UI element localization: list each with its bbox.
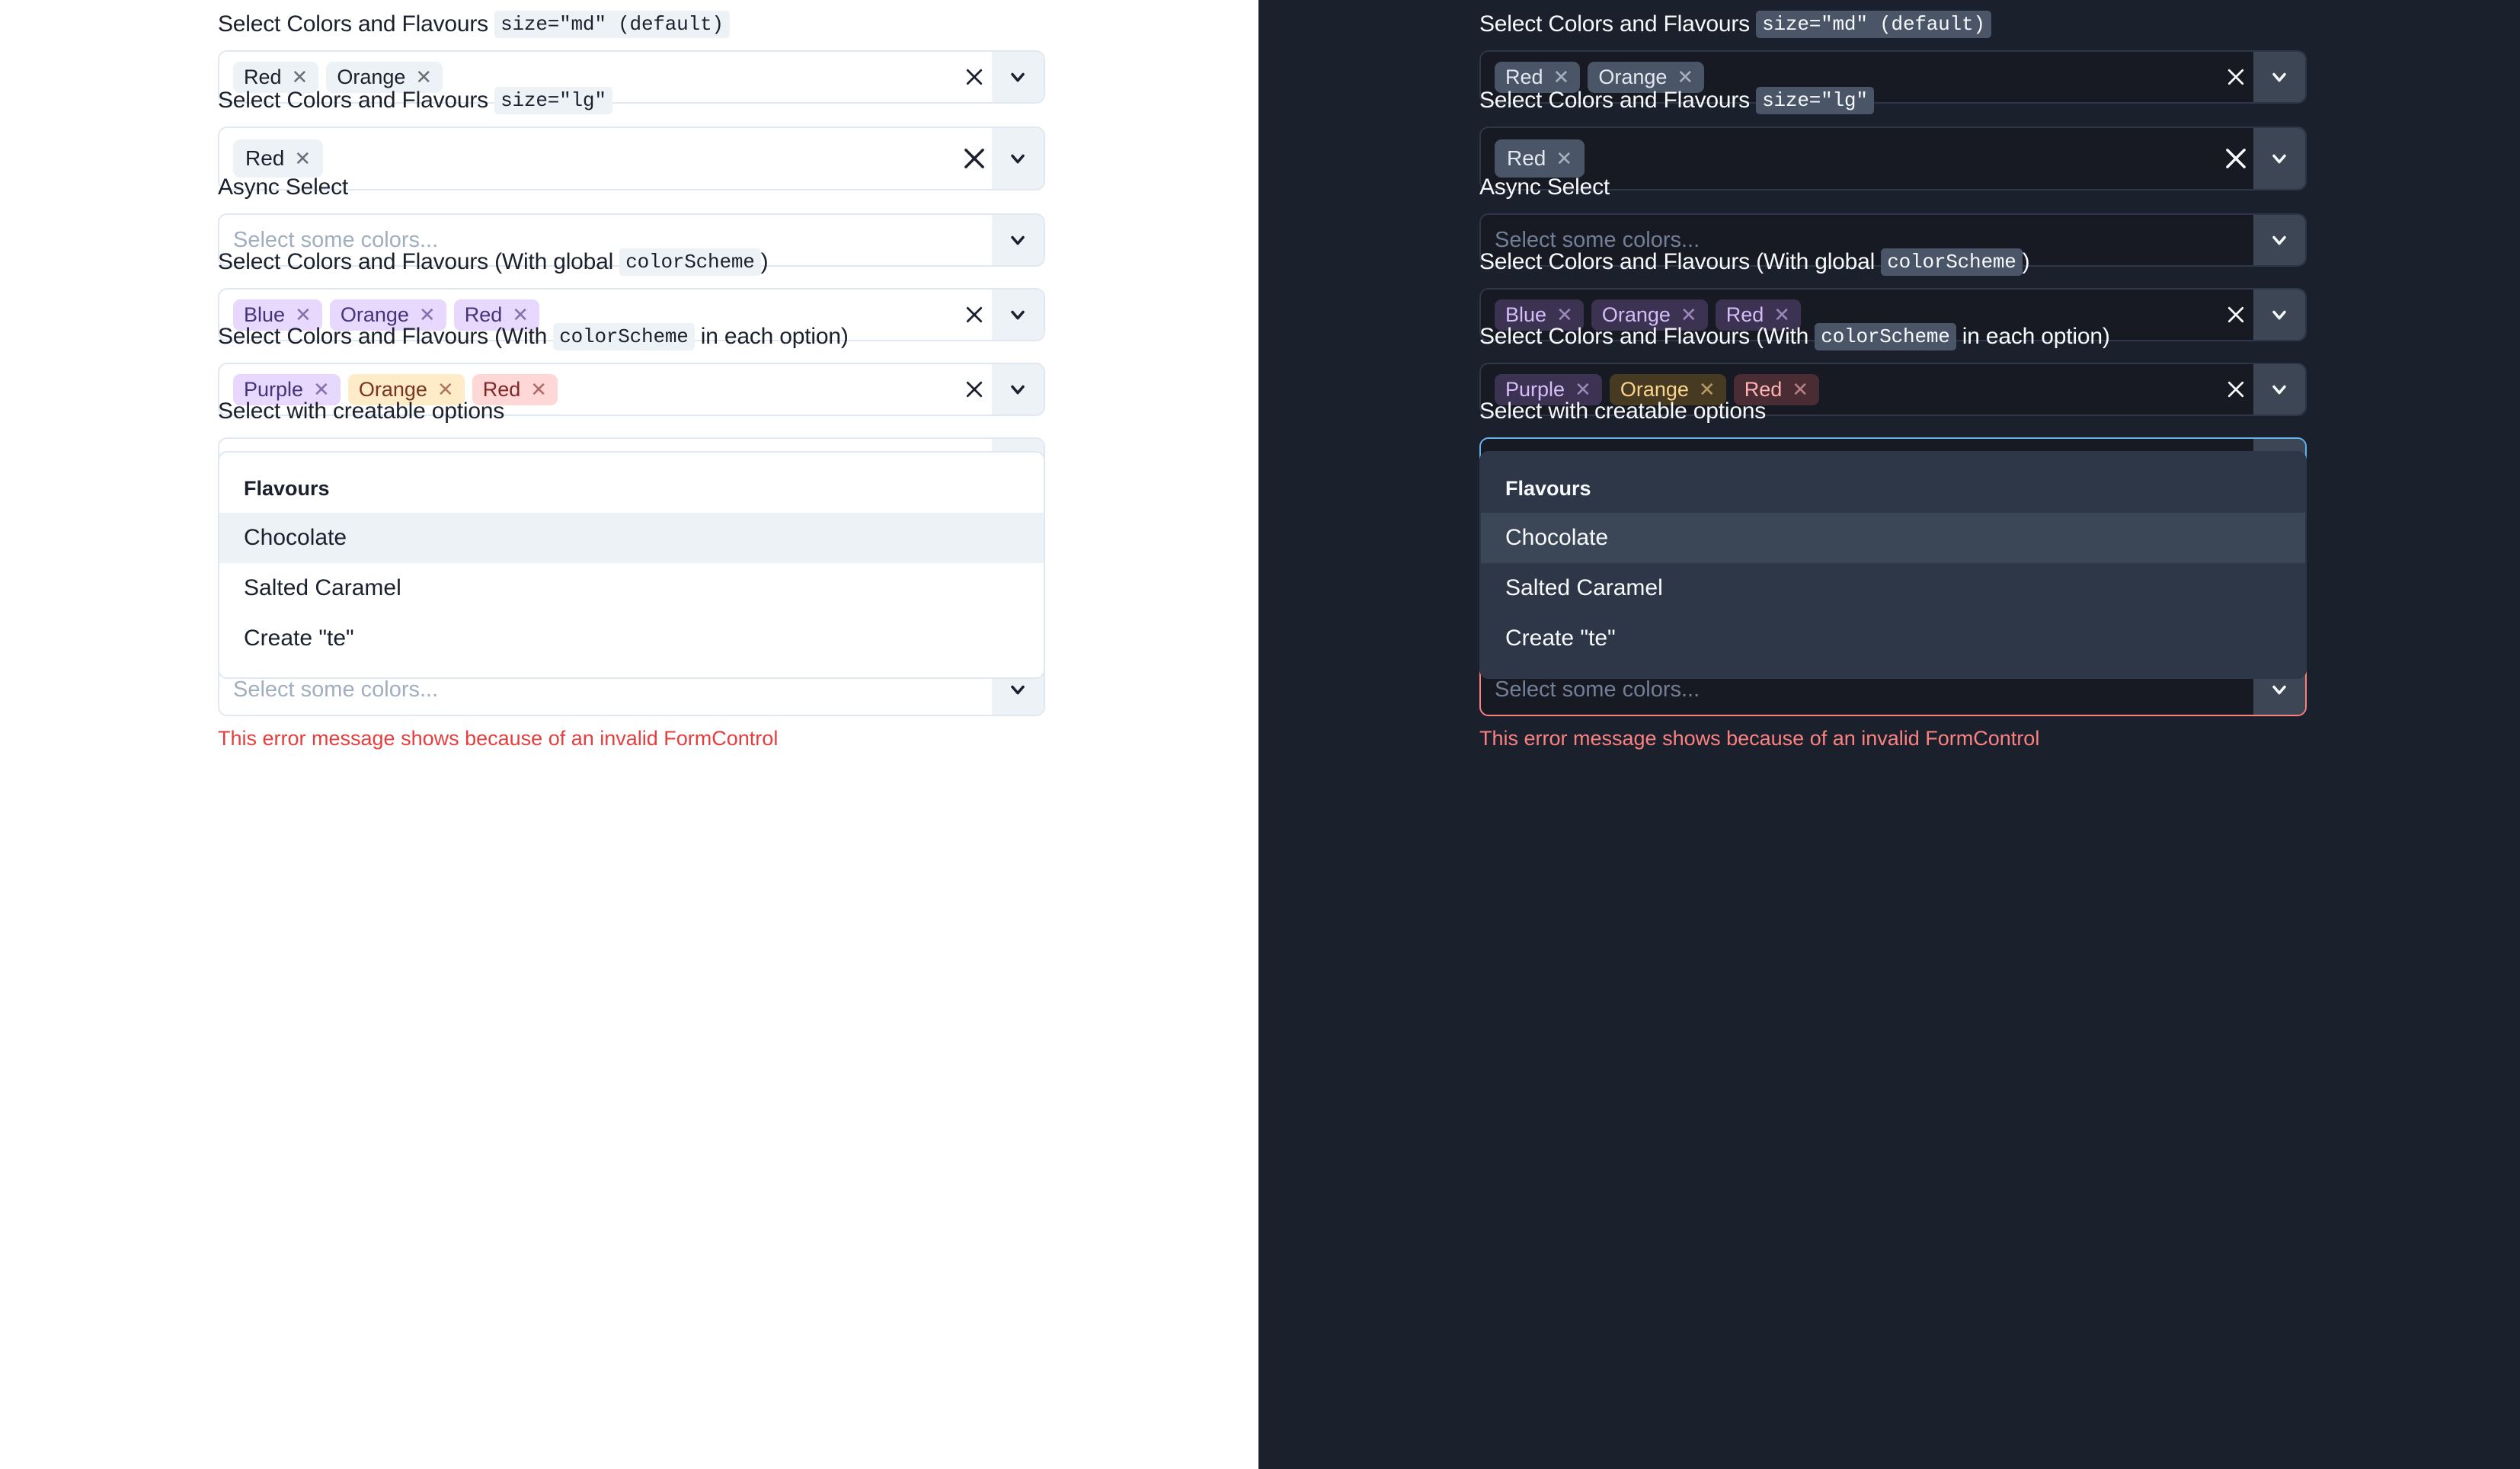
tag-remove-x-icon[interactable]: ✕ — [419, 305, 436, 325]
form-error-message: This error message shows because of an i… — [1479, 727, 2040, 750]
label-async-select: Async Select — [1479, 174, 1610, 200]
tag-label: Orange — [337, 65, 406, 88]
label-select-creatable: Select with creatable options — [218, 398, 505, 424]
dropdown-option-create-te[interactable]: Create "te" — [1481, 613, 2305, 664]
tag-label: Red — [1725, 302, 1764, 326]
label-select-global-colorscheme: Select Colors and Flavours (With global … — [218, 248, 769, 276]
tag-label: Blue — [1505, 302, 1547, 326]
label-select-lg: Select Colors and Flavours size="lg" — [1479, 87, 2307, 114]
tag-red[interactable]: Red ✕ — [233, 139, 324, 178]
tag-label: Red — [245, 146, 285, 170]
dark-theme-panel: Select Colors and Flavours size="md" (de… — [1258, 0, 2520, 1469]
tag-remove-x-icon[interactable]: ✕ — [512, 305, 529, 325]
label-code-size-lg: size="lg" — [1756, 87, 1874, 114]
tag-remove-x-icon[interactable]: ✕ — [415, 67, 432, 87]
label-code-colorscheme: colorScheme — [553, 323, 695, 350]
tag-remove-x-icon[interactable]: ✕ — [1792, 379, 1808, 399]
light-theme-panel: Select Colors and Flavours size="md" (de… — [0, 0, 1258, 1469]
tag-label: Red — [1744, 377, 1783, 401]
tag-remove-x-icon[interactable]: ✕ — [1699, 379, 1716, 399]
tag-remove-x-icon[interactable]: ✕ — [1677, 67, 1693, 87]
label-async-select: Async Select — [218, 174, 349, 200]
label-code-colorscheme: colorScheme — [1881, 248, 2023, 276]
tag-remove-x-icon[interactable]: ✕ — [437, 379, 454, 399]
tag-label: Red — [244, 65, 282, 88]
tag-remove-x-icon[interactable]: ✕ — [1556, 305, 1573, 325]
label-select-lg: Select Colors and Flavours size="lg" — [218, 87, 1045, 114]
label-select-creatable: Select with creatable options — [1479, 398, 1767, 424]
tag-label: Red — [482, 377, 521, 401]
dropdown-option-chocolate[interactable]: Chocolate — [1481, 513, 2305, 563]
label-code-colorscheme: colorScheme — [1815, 323, 1956, 350]
tag-label: Purple — [244, 377, 304, 401]
creatable-dropdown-menu: Flavours Chocolate Salted Caramel Create… — [1479, 451, 2307, 679]
tag-remove-x-icon[interactable]: ✕ — [530, 379, 547, 399]
label-code-size-md: size="md" (default) — [494, 11, 730, 38]
label-select-global-colorscheme: Select Colors and Flavours (With global … — [1479, 248, 2030, 276]
label-select-option-colorscheme: Select Colors and Flavours (With colorSc… — [218, 323, 849, 350]
tag-remove-x-icon[interactable]: ✕ — [294, 149, 311, 168]
tag-remove-x-icon[interactable]: ✕ — [1773, 305, 1790, 325]
label-code-colorscheme: colorScheme — [619, 248, 761, 276]
select-invalid-placeholder: Select some colors... — [233, 677, 439, 702]
dropdown-option-salted-caramel[interactable]: Salted Caramel — [219, 563, 1044, 613]
tag-remove-x-icon[interactable]: ✕ — [313, 379, 330, 399]
tag-label: Red — [1505, 65, 1543, 88]
tag-remove-x-icon[interactable]: ✕ — [1553, 67, 1570, 87]
dropdown-group-label: Flavours — [1505, 477, 1591, 500]
tag-label: Orange — [1601, 302, 1671, 326]
label-code-size-md: size="md" (default) — [1756, 11, 1991, 38]
dropdown-group-label: Flavours — [244, 477, 330, 500]
dropdown-option-salted-caramel[interactable]: Salted Caramel — [1481, 563, 2305, 613]
tag-red[interactable]: Red ✕ — [1495, 139, 1585, 178]
tag-label: Purple — [1505, 377, 1565, 401]
label-code-size-lg: size="lg" — [494, 87, 612, 114]
dropdown-option-chocolate[interactable]: Chocolate — [219, 513, 1044, 563]
tag-label: Orange — [358, 377, 427, 401]
label-select-md: Select Colors and Flavours size="md" (de… — [218, 11, 1045, 38]
tag-label: Orange — [1620, 377, 1689, 401]
tag-label: Red — [464, 302, 503, 326]
form-error-message: This error message shows because of an i… — [218, 727, 779, 750]
tag-label: Blue — [244, 302, 286, 326]
select-invalid-placeholder: Select some colors... — [1495, 677, 1700, 702]
tag-remove-x-icon[interactable]: ✕ — [1556, 149, 1572, 168]
tag-remove-x-icon[interactable]: ✕ — [292, 67, 309, 87]
creatable-dropdown-menu: Flavours Chocolate Salted Caramel Create… — [218, 451, 1045, 679]
tag-remove-x-icon[interactable]: ✕ — [1681, 305, 1697, 325]
tag-remove-x-icon[interactable]: ✕ — [1575, 379, 1591, 399]
label-select-md: Select Colors and Flavours size="md" (de… — [1479, 11, 2307, 38]
dropdown-option-create-te[interactable]: Create "te" — [219, 613, 1044, 664]
tag-label: Orange — [340, 302, 409, 326]
tag-remove-x-icon[interactable]: ✕ — [295, 305, 312, 325]
label-select-option-colorscheme: Select Colors and Flavours (With colorSc… — [1479, 323, 2110, 350]
tag-label: Red — [1507, 146, 1546, 170]
tag-label: Orange — [1598, 65, 1668, 88]
